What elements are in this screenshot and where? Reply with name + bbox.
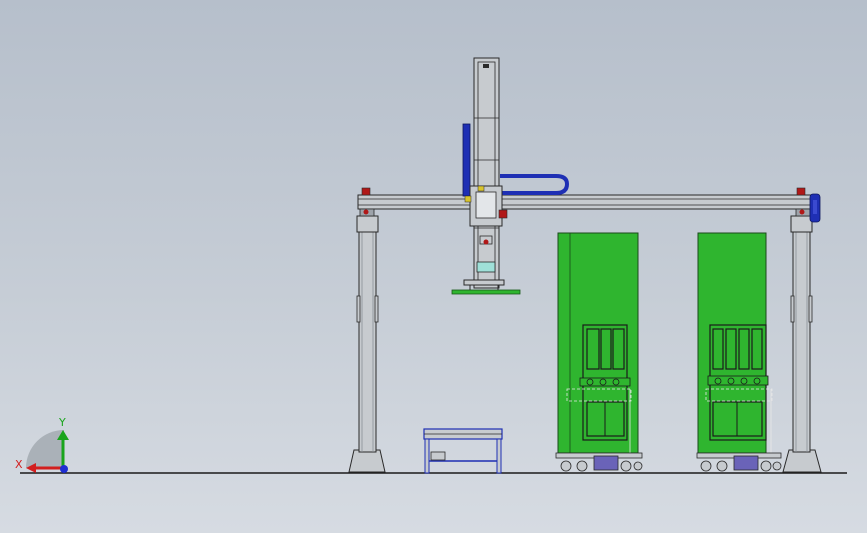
z-axis-column[interactable] [451,57,570,295]
right-end-stop [796,187,806,196]
y-axis-label: Y [58,416,66,429]
cad-viewport[interactable]: Y X [0,0,867,533]
left-end-stop [361,187,371,196]
x-axis-label: X [15,458,23,471]
press-2-die [733,455,759,471]
cable-chain [500,174,570,195]
work-table[interactable] [423,428,503,474]
press-1-die [593,455,619,471]
coordinate-triad: Y X [15,416,69,473]
top-beam [357,194,817,217]
press-2[interactable] [696,232,782,472]
right-leg [782,215,822,473]
z-axis-dot [60,465,68,473]
x-axis-motor [809,193,821,223]
left-leg [348,215,386,473]
gripper-plate [451,289,521,295]
press-1[interactable] [555,232,643,472]
cad-drawing: Y X [15,57,847,474]
